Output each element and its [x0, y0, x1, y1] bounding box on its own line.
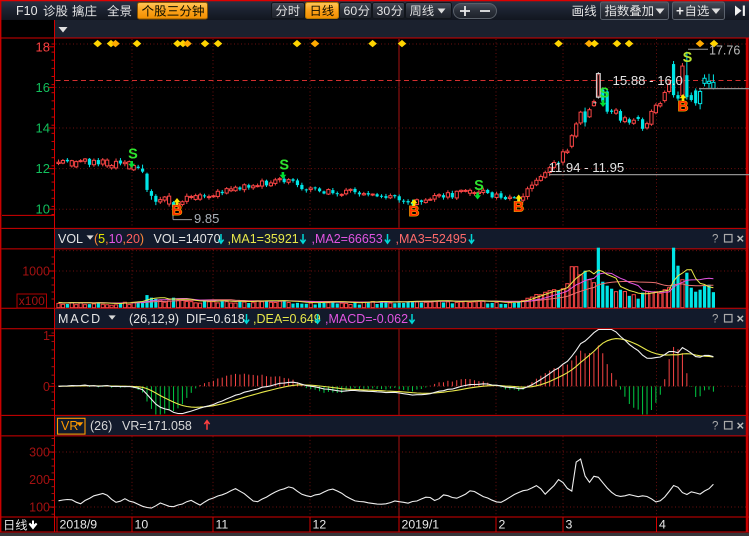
svg-text:,MA2=66653: ,MA2=66653 [312, 232, 383, 246]
svg-text:12: 12 [36, 161, 50, 176]
svg-text:+: + [676, 4, 684, 19]
svg-text:S: S [599, 86, 609, 102]
svg-text:B: B [172, 202, 183, 219]
svg-text:?: ? [712, 421, 718, 433]
svg-text:10: 10 [135, 518, 149, 532]
svg-text:2: 2 [499, 518, 506, 532]
svg-text:(5,10,20): (5,10,20) [94, 232, 144, 246]
svg-text:B: B [678, 98, 689, 115]
svg-text:60: 60 [344, 4, 358, 18]
svg-text:1000: 1000 [22, 265, 50, 279]
svg-text:F10: F10 [16, 4, 38, 18]
svg-text:MACD: MACD [58, 312, 102, 326]
svg-text:?: ? [712, 314, 718, 326]
svg-text:,MACD=-0.062: ,MACD=-0.062 [325, 312, 408, 326]
svg-text:30: 30 [377, 4, 391, 18]
svg-text:100: 100 [29, 501, 50, 515]
svg-text:?: ? [712, 234, 718, 246]
svg-text:10: 10 [36, 202, 50, 217]
svg-text:15.88 - 16.0: 15.88 - 16.0 [613, 73, 683, 88]
svg-text:DIF=0.618: DIF=0.618 [186, 312, 245, 326]
svg-text:(26): (26) [90, 419, 112, 433]
svg-text:S: S [683, 50, 693, 66]
svg-text:VR=171.058: VR=171.058 [122, 419, 192, 433]
svg-text:11: 11 [216, 518, 229, 532]
svg-text:,MA1=35921: ,MA1=35921 [228, 232, 299, 246]
svg-text:×: × [737, 311, 745, 326]
svg-text:S: S [128, 147, 138, 163]
svg-text:300: 300 [29, 446, 50, 460]
svg-text:B: B [409, 203, 420, 220]
svg-text:14: 14 [36, 121, 50, 136]
svg-text:2019/1: 2019/1 [402, 518, 440, 532]
svg-text:×: × [737, 231, 745, 246]
svg-text:16: 16 [36, 80, 50, 95]
svg-text:12: 12 [313, 518, 327, 532]
svg-text:4: 4 [659, 518, 666, 532]
svg-text:17.76: 17.76 [709, 44, 740, 58]
svg-text:200: 200 [29, 473, 50, 487]
svg-text:x100: x100 [19, 294, 45, 308]
svg-text:,MA3=52495: ,MA3=52495 [396, 232, 467, 246]
svg-text:S: S [474, 178, 484, 194]
svg-text:VR: VR [61, 419, 78, 433]
svg-text:S: S [279, 158, 289, 174]
svg-text:(26,12,9): (26,12,9) [129, 312, 179, 326]
svg-text:,DEA=0.649: ,DEA=0.649 [253, 312, 321, 326]
svg-text:×: × [737, 418, 745, 433]
svg-text:B: B [513, 199, 524, 216]
svg-text:VOL: VOL [58, 232, 83, 246]
svg-text:VOL=14070: VOL=14070 [154, 232, 221, 246]
svg-text:2018/9: 2018/9 [60, 518, 98, 532]
svg-text:18: 18 [36, 39, 50, 54]
svg-text:9.85: 9.85 [194, 211, 219, 226]
svg-text:11.94 - 11.95: 11.94 - 11.95 [549, 160, 625, 175]
svg-text:3: 3 [566, 518, 573, 532]
